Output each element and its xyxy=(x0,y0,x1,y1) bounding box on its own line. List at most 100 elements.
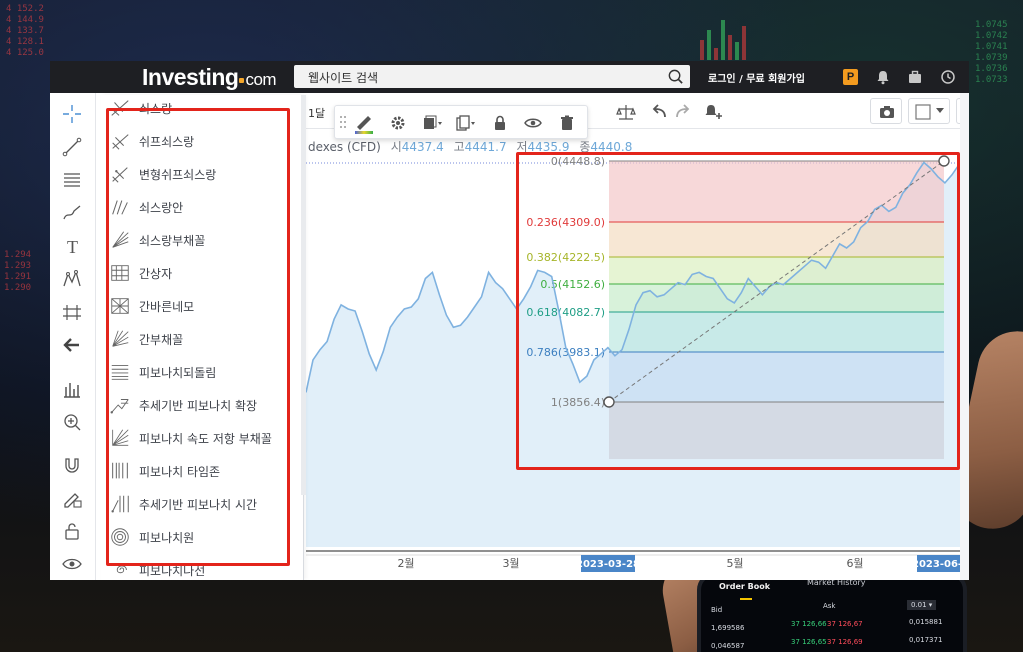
pattern-tool-icon[interactable] xyxy=(61,268,83,290)
settings-gear-icon[interactable] xyxy=(389,114,407,132)
menu-item-fib-retracement[interactable]: 피보나치되돌림 xyxy=(109,357,301,387)
phone-depth: 0.01 ▾ xyxy=(907,600,937,610)
logo-dot xyxy=(239,78,245,83)
menu-item-fib-timezone[interactable]: 피보나치 타임존 xyxy=(109,456,301,486)
menu-item-label: 쇠스랑부채꼴 xyxy=(139,233,206,248)
interval-selector[interactable]: 1달 xyxy=(308,105,325,121)
phone-tab-underline xyxy=(740,598,752,600)
search-icon[interactable] xyxy=(667,68,684,85)
x-axis-label: 5월 xyxy=(726,557,743,570)
redo-icon[interactable] xyxy=(674,103,692,121)
menu-item-fib-speed-fan[interactable]: 피보나치 속도 저항 부채꼴 xyxy=(109,423,301,453)
menu-item-label: 추세기반 피보나치 시간 xyxy=(139,497,258,512)
search-bar[interactable]: 웹사이트 검색 xyxy=(294,65,690,88)
clock-icon[interactable] xyxy=(939,68,957,86)
menu-item-trend-fib-extension[interactable]: 추세기반 피보나치 확장 xyxy=(109,390,301,420)
phone-row-2-a: 37 126,69 xyxy=(827,638,863,646)
fib-tools-icon[interactable] xyxy=(61,169,83,191)
back-arrow-icon[interactable] xyxy=(61,334,83,356)
investing-pro-icon[interactable]: P xyxy=(843,69,858,85)
measure-icon[interactable] xyxy=(61,378,83,400)
logo-suffix: com xyxy=(245,70,277,89)
fib-anchor-low-handle[interactable] xyxy=(603,396,615,408)
zoom-in-icon[interactable] xyxy=(61,411,83,433)
price-chart[interactable]: 0(4448.8) 0.236(4309.0) 0.382(4222.5) 0.5(4… xyxy=(306,129,969,580)
lock-icon[interactable] xyxy=(491,114,509,132)
inside-pitchfork-icon xyxy=(112,200,128,215)
eye-icon[interactable] xyxy=(61,553,83,575)
phone-row-2-ask: 0,017371 xyxy=(909,636,943,644)
template-icon[interactable] xyxy=(421,114,443,132)
drawing-properties-toolbar xyxy=(334,105,588,139)
menu-item-schiff-pitchfork[interactable]: 쉬프쇠스랑 xyxy=(109,126,301,156)
portfolio-icon[interactable] xyxy=(906,68,924,86)
gann-square-icon xyxy=(111,298,129,314)
brush-icon[interactable] xyxy=(61,202,83,224)
fib-anchor-high-handle[interactable] xyxy=(938,155,950,167)
bg-candles xyxy=(700,10,746,60)
gann-fan-icon xyxy=(112,330,129,347)
modified-schiff-pitchfork-icon xyxy=(112,167,128,183)
phone-row-2-bid: 0,046587 xyxy=(711,642,745,650)
menu-item-label: 피보나치되돌림 xyxy=(139,365,217,380)
trend-fib-time-icon xyxy=(111,495,129,513)
menu-item-label: 쇠스랑 xyxy=(139,101,173,116)
menu-scrollbar[interactable] xyxy=(301,95,306,495)
x-axis-label: 2023-03-28 xyxy=(576,559,640,570)
right-side-panel xyxy=(960,93,969,580)
magnet-icon[interactable] xyxy=(61,454,83,476)
drag-handle-icon[interactable] xyxy=(339,113,347,131)
phone-orderbook-tab: Order Book xyxy=(719,582,771,591)
menu-item-gann-box[interactable]: 간상자 xyxy=(109,258,301,288)
visibility-eye-icon[interactable] xyxy=(524,114,542,132)
fib-speed-fan-icon xyxy=(112,429,129,446)
menu-item-pitchfan[interactable]: 쇠스랑부채꼴 xyxy=(109,225,301,255)
fib-zone-5 xyxy=(609,352,944,402)
menu-item-fib-spiral[interactable]: 피보나치나선 xyxy=(109,555,301,580)
prediction-tool-icon[interactable] xyxy=(61,301,83,323)
unlock-icon[interactable] xyxy=(61,520,83,542)
trash-icon[interactable] xyxy=(558,114,576,132)
chart-style-dropdown[interactable] xyxy=(908,98,950,124)
phone-screen: Order Book Market History Bid Ask 0.01 ▾… xyxy=(697,572,967,652)
menu-item-pitchfork[interactable]: 쇠스랑 xyxy=(109,93,301,123)
fib-level-label: 0.618(4082.7) xyxy=(526,306,605,319)
clone-icon[interactable] xyxy=(454,114,476,132)
menu-item-modified-schiff-pitchfork[interactable]: 변형쉬프쇠스랑 xyxy=(109,159,301,189)
login-signup-link[interactable]: 로그인 / 무료 회원가입 xyxy=(708,70,805,85)
screenshot-button[interactable] xyxy=(870,98,902,124)
fib-level-label: 0.5(4152.6) xyxy=(540,278,605,291)
undo-icon[interactable] xyxy=(650,103,668,121)
line-color-icon[interactable] xyxy=(353,111,375,135)
menu-item-label: 피보나치 속도 저항 부채꼴 xyxy=(139,431,272,446)
menu-item-fib-circles[interactable]: 피보나치원 xyxy=(109,522,301,552)
lock-pencil-icon[interactable] xyxy=(61,487,83,509)
phone-row-1-a: 37 126,67 xyxy=(827,620,863,628)
fib-zone-0 xyxy=(609,161,944,222)
investing-logo[interactable]: Investing com xyxy=(142,64,277,91)
top-navigation-bar: Investing com 웹사이트 검색 로그인 / 무료 회원가입 P xyxy=(50,61,969,93)
bell-icon[interactable] xyxy=(874,68,892,86)
x-axis-label: 2월 xyxy=(397,557,414,570)
alert-add-icon[interactable] xyxy=(702,102,722,122)
text-tool-icon[interactable]: T xyxy=(61,235,83,257)
menu-item-inside-pitchfork[interactable]: 쇠스랑안 xyxy=(109,192,301,222)
bg-ticker-left: 4 152.2 4 144.9 4 133.7 4 128.1 4 125.0 xyxy=(6,4,44,58)
trend-line-icon[interactable] xyxy=(61,136,83,158)
fib-level-label: 0.382(4222.5) xyxy=(526,251,605,264)
search-input[interactable]: 웹사이트 검색 xyxy=(308,69,378,86)
fib-circles-icon xyxy=(111,528,129,546)
pitchfan-icon xyxy=(112,231,129,248)
trend-fib-extension-icon xyxy=(110,399,129,414)
menu-item-gann-square[interactable]: 간바른네모 xyxy=(109,291,301,321)
menu-item-trend-fib-time[interactable]: 추세기반 피보나치 시간 xyxy=(109,489,301,519)
phone-row-1-ask: 0,015881 xyxy=(909,618,943,626)
menu-item-label: 쉬프쇠스랑 xyxy=(139,134,195,149)
phone-row-1-b: 37 126,66 xyxy=(791,620,827,628)
compare-scale-icon[interactable] xyxy=(616,103,636,121)
crosshair-icon[interactable] xyxy=(61,103,83,125)
menu-item-gann-fan[interactable]: 간부채꼴 xyxy=(109,324,301,354)
bg-ticker-left-2: 1.294 1.293 1.291 1.290 xyxy=(4,250,32,293)
menu-item-label: 추세기반 피보나치 확장 xyxy=(139,398,258,413)
drawing-tool-strip: T xyxy=(50,93,96,580)
